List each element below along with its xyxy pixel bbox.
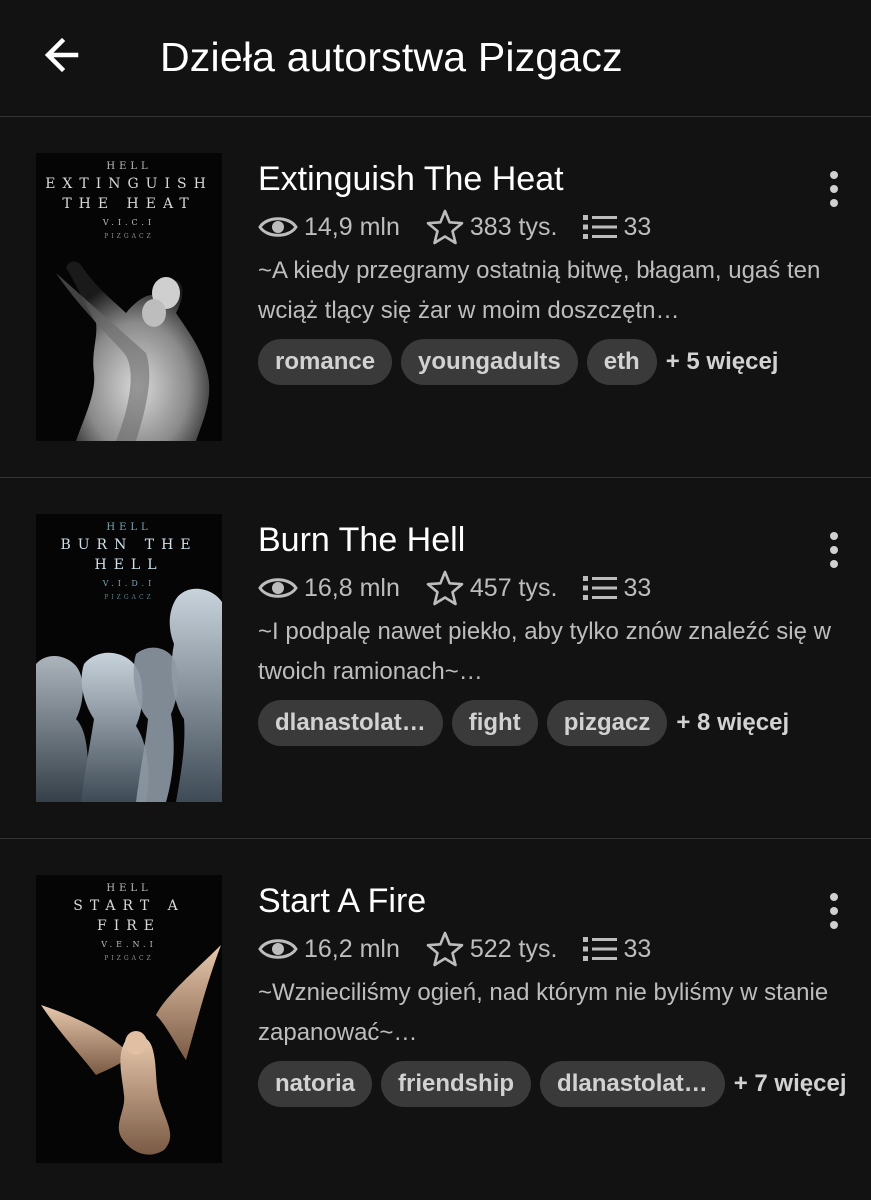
page-title: Dzieła autorstwa Pizgacz [160, 34, 623, 80]
story-item[interactable]: HELL BURN THE HELL V.I.D.I PIZGACZ Burn … [0, 478, 871, 839]
list-icon [583, 215, 618, 239]
story-cover[interactable]: HELL BURN THE HELL V.I.D.I PIZGACZ [36, 514, 222, 802]
more-tags-link[interactable]: + 8 więcej [676, 700, 789, 746]
story-menu-button[interactable] [819, 886, 849, 936]
eye-icon [258, 578, 298, 598]
story-description: ~Wznieciliśmy ogień, nad którym nie byli… [258, 979, 829, 1046]
list-icon [583, 576, 618, 600]
votes-stat: 383 tys. [426, 209, 558, 245]
more-tags-link[interactable]: + 5 więcej [666, 339, 779, 385]
eye-icon [258, 939, 298, 959]
story-description: ~A kiedy przegramy ostatnią bitwę, błaga… [258, 257, 821, 324]
story-info: Start A Fire 16,2 mln 522 tys. 33 ~Wznie… [258, 879, 848, 1107]
tag-chip[interactable]: eth [586, 339, 657, 385]
more-vertical-icon [830, 532, 838, 540]
list-icon [583, 937, 618, 961]
tag-chip[interactable]: fight [451, 700, 538, 746]
cover-text: HELL BURN THE HELL V.I.D.I PIZGACZ [60, 522, 198, 601]
cover-text: HELL EXTINGUISH THE HEAT V.I.C.I PIZGACZ [45, 161, 213, 240]
tag-chip[interactable]: dlanastolat… [540, 1061, 725, 1107]
reads-count: 16,2 mln [304, 934, 400, 963]
story-cover[interactable]: HELL EXTINGUISH THE HEAT V.I.C.I PIZGACZ [36, 153, 222, 441]
cover-text: HELL START A FIRE V.E.N.I PIZGACZ [73, 883, 185, 962]
reads-count: 14,9 mln [304, 212, 400, 241]
arrow-left-icon [44, 37, 79, 73]
more-vertical-icon [830, 171, 838, 179]
story-title[interactable]: Burn The Hell [258, 518, 848, 562]
story-cover[interactable]: HELL START A FIRE V.E.N.I PIZGACZ [36, 875, 222, 1163]
reads-stat: 14,9 mln [258, 213, 400, 242]
star-icon [426, 931, 464, 967]
app-header: Dzieła autorstwa Pizgacz [0, 0, 871, 117]
eye-icon [258, 217, 298, 237]
tag-chip[interactable]: dlanastolat… [258, 700, 443, 746]
tag-list: dlanastolat… fight pizgacz + 8 więcej [258, 700, 848, 746]
tag-list: natoria friendship dlanastolat… + 7 więc… [258, 1061, 848, 1107]
reads-stat: 16,8 mln [258, 574, 400, 603]
votes-count: 383 tys. [469, 212, 558, 241]
story-stats: 16,8 mln 457 tys. 33 [258, 568, 848, 608]
star-icon [426, 570, 464, 606]
reads-count: 16,8 mln [304, 573, 400, 602]
story-menu-button[interactable] [819, 525, 849, 575]
star-icon [426, 209, 464, 245]
parts-count: 33 [623, 934, 652, 963]
votes-count: 522 tys. [469, 934, 558, 963]
story-menu-button[interactable] [819, 164, 849, 214]
tag-list: romance youngadults eth + 5 więcej [258, 339, 848, 385]
tag-chip[interactable]: natoria [258, 1061, 373, 1107]
votes-stat: 457 tys. [426, 570, 558, 606]
parts-stat: 33 [583, 213, 651, 242]
parts-count: 33 [623, 212, 652, 241]
story-description: ~I podpalę nawet piekło, aby tylko znów … [258, 618, 831, 685]
votes-stat: 522 tys. [426, 931, 558, 967]
story-stats: 14,9 mln 383 tys. 33 [258, 207, 848, 247]
more-tags-link[interactable]: + 7 więcej [734, 1061, 847, 1107]
tag-chip[interactable]: friendship [381, 1061, 532, 1107]
story-title[interactable]: Start A Fire [258, 879, 848, 923]
votes-count: 457 tys. [469, 573, 558, 602]
story-stats: 16,2 mln 522 tys. 33 [258, 929, 848, 969]
tag-chip[interactable]: romance [258, 339, 393, 385]
tag-chip[interactable]: youngadults [401, 339, 578, 385]
story-item[interactable]: HELL EXTINGUISH THE HEAT V.I.C.I PIZGACZ… [0, 117, 871, 478]
tag-chip[interactable]: pizgacz [546, 700, 668, 746]
story-info: Extinguish The Heat 14,9 mln 383 tys. 33… [258, 157, 848, 385]
parts-stat: 33 [583, 935, 651, 964]
story-info: Burn The Hell 16,8 mln 457 tys. 33 ~I po… [258, 518, 848, 746]
parts-count: 33 [623, 573, 652, 602]
story-title[interactable]: Extinguish The Heat [258, 157, 848, 201]
back-button[interactable] [34, 30, 90, 80]
reads-stat: 16,2 mln [258, 935, 400, 964]
story-item[interactable]: HELL START A FIRE V.E.N.I PIZGACZ Start … [0, 839, 871, 1200]
parts-stat: 33 [583, 574, 651, 603]
more-vertical-icon [830, 893, 838, 901]
